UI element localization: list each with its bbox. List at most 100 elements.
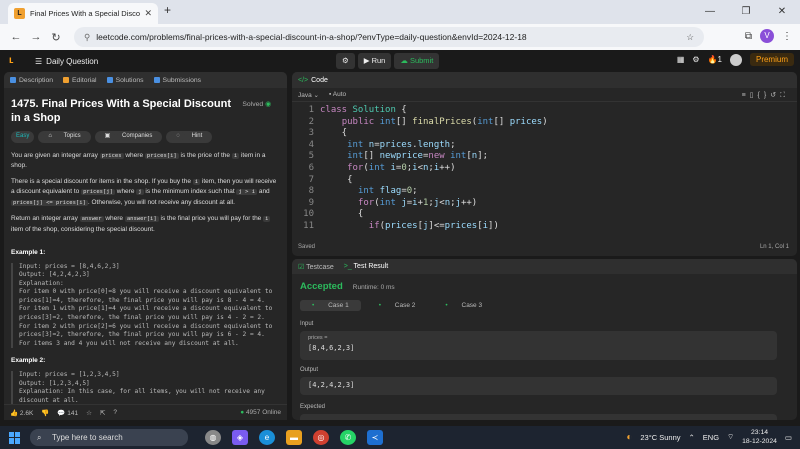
run-submit-group: ⚙ ▶ Run ☁ Submit xyxy=(336,53,440,69)
cursor-position: Ln 1, Col 1 xyxy=(759,244,789,250)
note-icon[interactable]: ≡ xyxy=(742,92,750,99)
verdict-row: Accepted Runtime: 0 ms xyxy=(300,281,395,292)
code-area[interactable]: 1 class Solution { 2 public int[] finalPr… xyxy=(292,105,797,233)
whatsapp-icon[interactable]: ✆ xyxy=(340,430,356,445)
like-button[interactable]: 👍 2.6K xyxy=(10,409,33,417)
problem-tabs: Description Editorial Solutions Submissi… xyxy=(4,72,287,88)
new-tab-button[interactable]: + xyxy=(164,3,171,17)
tray-chevron-icon[interactable]: ⌃ xyxy=(689,433,695,442)
help-icon[interactable]: ? xyxy=(113,409,117,416)
case-2-tab[interactable]: • Case 2 xyxy=(367,300,428,311)
code-editor-panel: </> Code Java ⌄ ▪ Auto ≡▯{}↺⛶ 1 class Solu… xyxy=(292,72,797,256)
notification-icon[interactable]: ▭ xyxy=(785,433,792,442)
tab-description[interactable]: Description xyxy=(10,76,53,84)
reset-icon[interactable]: ↺ xyxy=(770,92,780,99)
description-paragraph-1: You are given an integer array prices wh… xyxy=(11,151,266,170)
copilot-icon[interactable]: ◈ xyxy=(232,430,248,445)
app-widget-icon[interactable]: ◍ xyxy=(205,430,221,445)
example-line: For item 1 with price[1]=4 you will rece… xyxy=(19,305,273,313)
leetcode-logo-icon[interactable]: ʟ xyxy=(9,55,21,67)
code-tab[interactable]: </> Code xyxy=(292,72,797,88)
clock[interactable]: 23:14 18-12-2024 xyxy=(742,428,777,446)
tag-icon: ⌂ xyxy=(43,132,57,140)
premium-button[interactable]: Premium xyxy=(749,53,794,66)
chrome-icon[interactable]: ◎ xyxy=(313,430,329,445)
example-1-box: Input: prices = [8,4,6,2,3] Output: [4,2… xyxy=(11,262,280,349)
streak-counter[interactable]: 🔥1 xyxy=(708,55,722,64)
network-icon[interactable]: ⌔ xyxy=(727,432,734,442)
editor-toolbar: Java ⌄ ▪ Auto ≡▯{}↺⛶ xyxy=(292,88,797,102)
weather-text[interactable]: 23°C Sunny xyxy=(640,433,680,442)
tab-editorial[interactable]: Editorial xyxy=(63,76,97,84)
taskbar-apps: ◍ ◈ e ▬ ◎ ✆ ≺ xyxy=(205,430,383,445)
run-button[interactable]: ▶ Run xyxy=(357,53,392,69)
leetcode-favicon-icon: L xyxy=(14,8,25,19)
hint-tag[interactable]: ◌ Hint xyxy=(166,131,213,143)
tab-test-result[interactable]: >_ Test Result xyxy=(344,263,388,270)
profile-avatar[interactable]: V xyxy=(760,29,774,43)
difficulty-badge[interactable]: Easy xyxy=(11,131,35,143)
bookmark-star-icon[interactable]: ☆ xyxy=(686,27,694,47)
topics-tag[interactable]: ⌂ Topics xyxy=(38,131,91,143)
language-indicator[interactable]: ENG xyxy=(703,433,719,442)
code-line: 3 { xyxy=(308,128,348,139)
page-title: 1475. Final Prices With a Special Discou… xyxy=(11,98,231,124)
case-3-tab[interactable]: • Case 3 xyxy=(433,300,494,311)
extensions-icon[interactable]: ⧉ xyxy=(745,31,752,42)
weather-sun-icon[interactable]: ◐ xyxy=(626,432,632,443)
menu-icon[interactable]: ⋮ xyxy=(782,31,792,42)
submit-button[interactable]: ☁ Submit xyxy=(394,53,440,69)
reload-icon[interactable]: ↻ xyxy=(46,31,66,44)
online-dot-icon: ● xyxy=(240,409,245,416)
auto-toggle[interactable]: ▪ Auto xyxy=(329,91,346,98)
braces-icon[interactable]: {} xyxy=(758,92,771,99)
comments-button[interactable]: 💬 141 xyxy=(57,409,78,417)
file-explorer-icon[interactable]: ▬ xyxy=(286,430,302,445)
bookmark-icon[interactable]: ▯ xyxy=(750,92,758,99)
code-line: 2 public int[] finalPrices(int[] prices) xyxy=(308,116,548,127)
taskbar-search[interactable]: ⌕ Type here to search xyxy=(30,429,188,446)
tab-submissions[interactable]: Submissions xyxy=(153,76,201,84)
forward-icon[interactable]: → xyxy=(26,31,46,43)
close-window-icon[interactable]: ✕ xyxy=(764,0,800,24)
tab-solutions[interactable]: Solutions xyxy=(106,76,144,84)
solved-badge: Solved ◉ xyxy=(242,101,271,108)
debug-button[interactable]: ⚙ xyxy=(336,53,355,69)
share-icon[interactable]: ⇱ xyxy=(100,409,105,417)
back-icon[interactable]: ← xyxy=(6,31,26,43)
tab-testcase[interactable]: ☑ Testcase xyxy=(298,263,334,271)
example-line: Explanation: xyxy=(19,279,64,287)
windows-start-icon[interactable] xyxy=(9,431,21,444)
layout-icon[interactable]: ▦ xyxy=(677,55,685,64)
system-tray: ◐ 23°C Sunny ⌃ ENG ⌔ 23:14 18-12-2024 ▭ xyxy=(626,428,792,446)
fullscreen-icon[interactable]: ⛶ xyxy=(780,92,789,99)
favorite-star-icon[interactable]: ☆ xyxy=(86,409,92,417)
case-1-tab[interactable]: • Case 1 xyxy=(300,300,361,311)
edge-icon[interactable]: e xyxy=(259,430,275,445)
vscode-icon[interactable]: ≺ xyxy=(367,430,383,445)
online-count: ● 4957 Online xyxy=(240,409,281,416)
code-line: 4 int n=prices.length; xyxy=(308,139,456,150)
save-status: Saved xyxy=(298,244,316,250)
example-1-title: Example 1: xyxy=(11,249,46,256)
search-icon: ⌕ xyxy=(37,433,42,442)
daily-question-link[interactable]: ☰ Daily Question xyxy=(35,57,98,66)
user-avatar[interactable] xyxy=(729,53,742,66)
language-select[interactable]: Java ⌄ xyxy=(298,91,319,99)
close-tab-icon[interactable]: ✕ xyxy=(144,8,152,19)
terminal-icon: >_ xyxy=(343,263,352,270)
dislike-button[interactable]: 👎 xyxy=(41,409,49,417)
list-icon: ☰ xyxy=(35,56,43,66)
bulb-icon: ◌ xyxy=(171,132,185,140)
address-bar-row: ← → ↻ ⚲ leetcode.com/problems/final-price… xyxy=(0,24,800,50)
restore-icon[interactable]: ❐ xyxy=(728,0,764,24)
minimize-icon[interactable]: — xyxy=(692,0,728,24)
companies-tag[interactable]: ▣ Companies xyxy=(94,131,163,143)
browser-toolbar-right: ⧉ V ⋮ xyxy=(745,29,792,43)
site-info-icon[interactable]: ⚲ xyxy=(84,32,90,42)
problem-panel: Description Editorial Solutions Submissi… xyxy=(4,72,287,420)
code-line: 5 int[] newprice=new int[n]; xyxy=(308,151,489,162)
settings-icon[interactable]: ⚙ xyxy=(692,55,699,64)
url-field[interactable]: ⚲ leetcode.com/problems/final-prices-with… xyxy=(74,27,704,47)
browser-tab[interactable]: L Final Prices With a Special Discou ✕ xyxy=(8,3,158,24)
